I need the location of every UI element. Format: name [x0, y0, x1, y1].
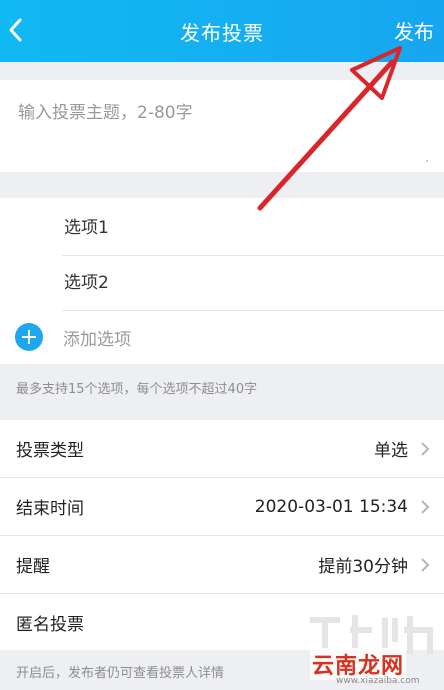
end-time-label: 结束时间 — [16, 499, 84, 519]
anonymous-vote-row[interactable]: 匿名投票 — [0, 594, 444, 651]
reminder-label: 提醒 — [16, 557, 50, 577]
reminder-value: 提前30分钟 — [318, 557, 408, 577]
chevron-right-icon — [421, 441, 430, 456]
add-option-button[interactable]: 添加选项 — [0, 310, 444, 364]
end-time-row[interactable]: 结束时间 2020-03-01 15:34 — [0, 478, 444, 535]
vote-options-section: 添加选项 — [0, 198, 444, 364]
chevron-right-icon — [421, 557, 430, 572]
vote-type-value: 单选 — [374, 441, 408, 461]
back-arrow-icon[interactable] — [6, 14, 26, 46]
watermark-url: www.xiazaiba.com — [336, 676, 420, 686]
vote-type-row[interactable]: 投票类型 单选 — [0, 420, 444, 477]
chevron-right-icon — [421, 499, 430, 514]
option-row-1 — [62, 200, 444, 255]
add-option-label: 添加选项 — [63, 329, 131, 350]
vote-topic-section — [0, 80, 444, 172]
publish-button[interactable]: 发布 — [394, 16, 434, 45]
topic-indicator-dot — [426, 160, 428, 162]
end-time-value: 2020-03-01 15:34 — [254, 496, 408, 517]
page-title: 发布投票 — [180, 20, 264, 45]
option-row-2 — [62, 255, 444, 310]
vote-topic-input[interactable] — [16, 96, 430, 160]
add-circle-icon[interactable] — [15, 323, 43, 351]
option-1-input[interactable] — [62, 216, 406, 239]
anonymous-hint: 开启后，发布者仍可查看投票人详情 — [16, 666, 225, 681]
reminder-row[interactable]: 提醒 提前30分钟 — [0, 536, 444, 593]
vote-type-label: 投票类型 — [16, 441, 84, 461]
options-limit-hint: 最多支持15个选项，每个选项不超过40字 — [16, 382, 258, 397]
top-bar: 发布投票 发布 — [0, 0, 444, 62]
vote-settings-section: 投票类型 单选 结束时间 2020-03-01 15:34 提醒 提前30分钟 … — [0, 420, 444, 650]
option-2-input[interactable] — [62, 271, 406, 294]
anonymous-vote-label: 匿名投票 — [16, 615, 84, 635]
